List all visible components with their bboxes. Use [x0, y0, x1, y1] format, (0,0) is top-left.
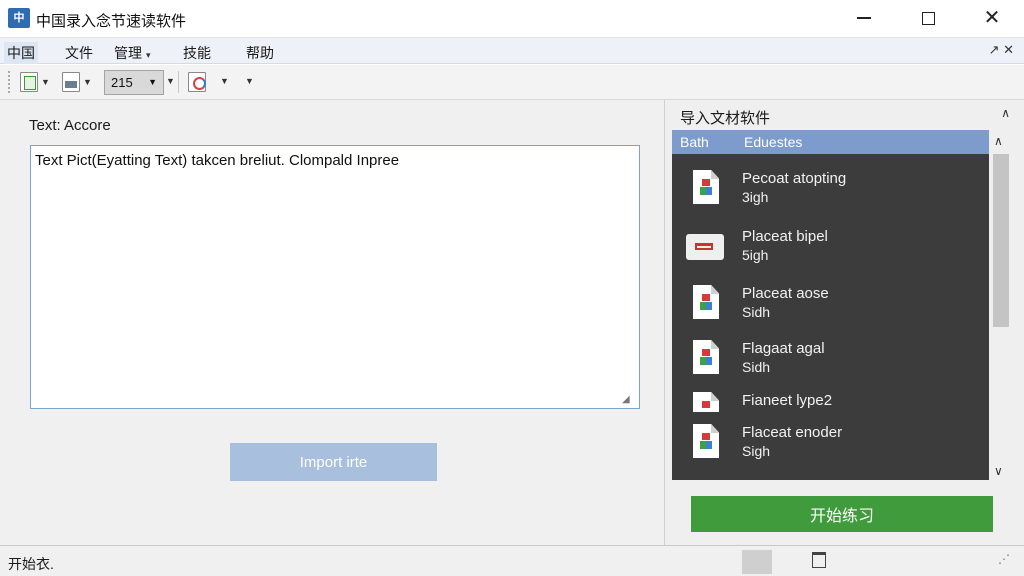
- column-header[interactable]: Bath: [680, 134, 709, 150]
- list-item[interactable]: Pecoat atopting 3igh: [672, 160, 989, 216]
- start-practice-button[interactable]: 开始练习: [691, 496, 993, 532]
- chevron-up-icon[interactable]: ∧: [994, 134, 1003, 148]
- title-bar: 中 中国录入念节速读软件 ✕: [0, 0, 1024, 38]
- item-title: Placeat aose: [742, 285, 829, 302]
- status-text: 开始衣.: [8, 556, 54, 572]
- menu-bar: 中国 文件 管理 ▾ 技能 帮助 ↗ ✕: [0, 38, 1024, 64]
- toolbar-grip[interactable]: [8, 71, 11, 93]
- sync-button[interactable]: [188, 71, 206, 93]
- toolbar-separator: [178, 71, 179, 93]
- list-scrollbar[interactable]: ∧ ∨: [990, 130, 1012, 480]
- menu-item-file[interactable]: 文件: [62, 42, 96, 64]
- copy-button[interactable]: ▼: [20, 71, 50, 93]
- chevron-down-icon: ▼: [148, 77, 157, 87]
- item-subtitle: Sidh: [742, 304, 771, 320]
- text-input[interactable]: Text Pict(Eyatting Text) takcen breliut.…: [30, 145, 640, 409]
- import-button[interactable]: Import irte: [230, 443, 437, 481]
- menu-item-home[interactable]: 中国: [4, 42, 38, 64]
- document-icon: [688, 340, 724, 376]
- chevron-down-icon[interactable]: ▼: [83, 77, 92, 87]
- copy-icon: [20, 72, 38, 92]
- list-item[interactable]: Flagaat agal Sidh: [672, 330, 989, 386]
- print-button[interactable]: ▼: [62, 71, 92, 93]
- resize-grip-icon[interactable]: ⋰: [998, 552, 1010, 566]
- document-icon: [688, 285, 724, 321]
- document-icon: [688, 170, 724, 206]
- file-list: Bath Eduestes Pecoat atopting 3igh Place…: [672, 130, 989, 480]
- list-item[interactable]: Placeat aose Sidh: [672, 275, 989, 331]
- menubar-controls[interactable]: ↗ ✕: [989, 42, 1014, 58]
- maximize-icon: [921, 11, 935, 25]
- list-item[interactable]: Placeat bipel 5igh: [672, 218, 989, 274]
- list-item[interactable]: Flaceat enoder Sigh: [672, 414, 989, 470]
- item-title: Flagaat agal: [742, 340, 825, 357]
- close-icon: ✕: [983, 7, 1001, 29]
- chevron-up-icon[interactable]: ∧: [1001, 106, 1010, 120]
- menu-item-skills[interactable]: 技能: [180, 42, 214, 64]
- document-icon: [688, 392, 724, 412]
- menu-item-manage[interactable]: 管理 ▾: [111, 42, 154, 64]
- chevron-down-icon[interactable]: ▼: [166, 76, 175, 86]
- scrollbar-thumb[interactable]: [993, 154, 1009, 327]
- toolbar: ▼ ▼ 215 ▼ ▼ ▼ ▼: [0, 65, 1024, 100]
- chevron-down-icon: ▾: [146, 50, 151, 60]
- item-title: Fianeet lype2: [742, 392, 833, 409]
- sync-icon: [188, 72, 206, 92]
- close-button[interactable]: ✕: [960, 0, 1024, 36]
- editor-area: Text: Accore Text Pict(Eyatting Text) ta…: [0, 100, 664, 545]
- resize-grip-icon[interactable]: ◢: [622, 394, 634, 406]
- minimize-icon: [857, 17, 871, 19]
- window-title: 中国录入念节速读软件: [36, 13, 187, 30]
- item-subtitle: Sidh: [742, 359, 771, 375]
- item-subtitle: 3igh: [742, 189, 769, 205]
- minimize-button[interactable]: [832, 0, 896, 36]
- status-bar: 开始衣. ⋰: [0, 545, 1024, 576]
- chevron-down-icon[interactable]: ▼: [245, 76, 254, 86]
- status-indicator: [742, 550, 772, 574]
- item-subtitle: 5igh: [742, 247, 769, 263]
- print-icon: [62, 72, 80, 92]
- import-panel: 导入文材软件 ∧ Bath Eduestes Pecoat atopting 3…: [664, 100, 1024, 545]
- maximize-button[interactable]: [896, 0, 960, 36]
- menu-item-help[interactable]: 帮助: [243, 42, 277, 64]
- size-combo[interactable]: 215 ▼: [104, 70, 164, 95]
- chevron-down-icon[interactable]: ∨: [994, 464, 1003, 478]
- panel-title: 导入文材软件: [680, 110, 771, 127]
- app-icon: 中: [8, 8, 30, 28]
- chevron-down-icon[interactable]: ▼: [220, 76, 229, 86]
- column-header[interactable]: Eduestes: [744, 134, 802, 150]
- folder-icon: [686, 230, 724, 262]
- item-title: Placeat bipel: [742, 228, 828, 245]
- clipboard-icon[interactable]: [812, 552, 826, 568]
- item-title: Flaceat enoder: [742, 424, 843, 441]
- chevron-down-icon[interactable]: ▼: [41, 77, 50, 87]
- item-title: Pecoat atopting: [742, 170, 847, 187]
- document-icon: [688, 424, 724, 460]
- item-subtitle: Sigh: [742, 443, 771, 459]
- list-header: Bath Eduestes: [672, 130, 989, 154]
- list-item[interactable]: Fianeet lype2: [672, 382, 989, 412]
- text-label: Text: Accore: [29, 117, 111, 134]
